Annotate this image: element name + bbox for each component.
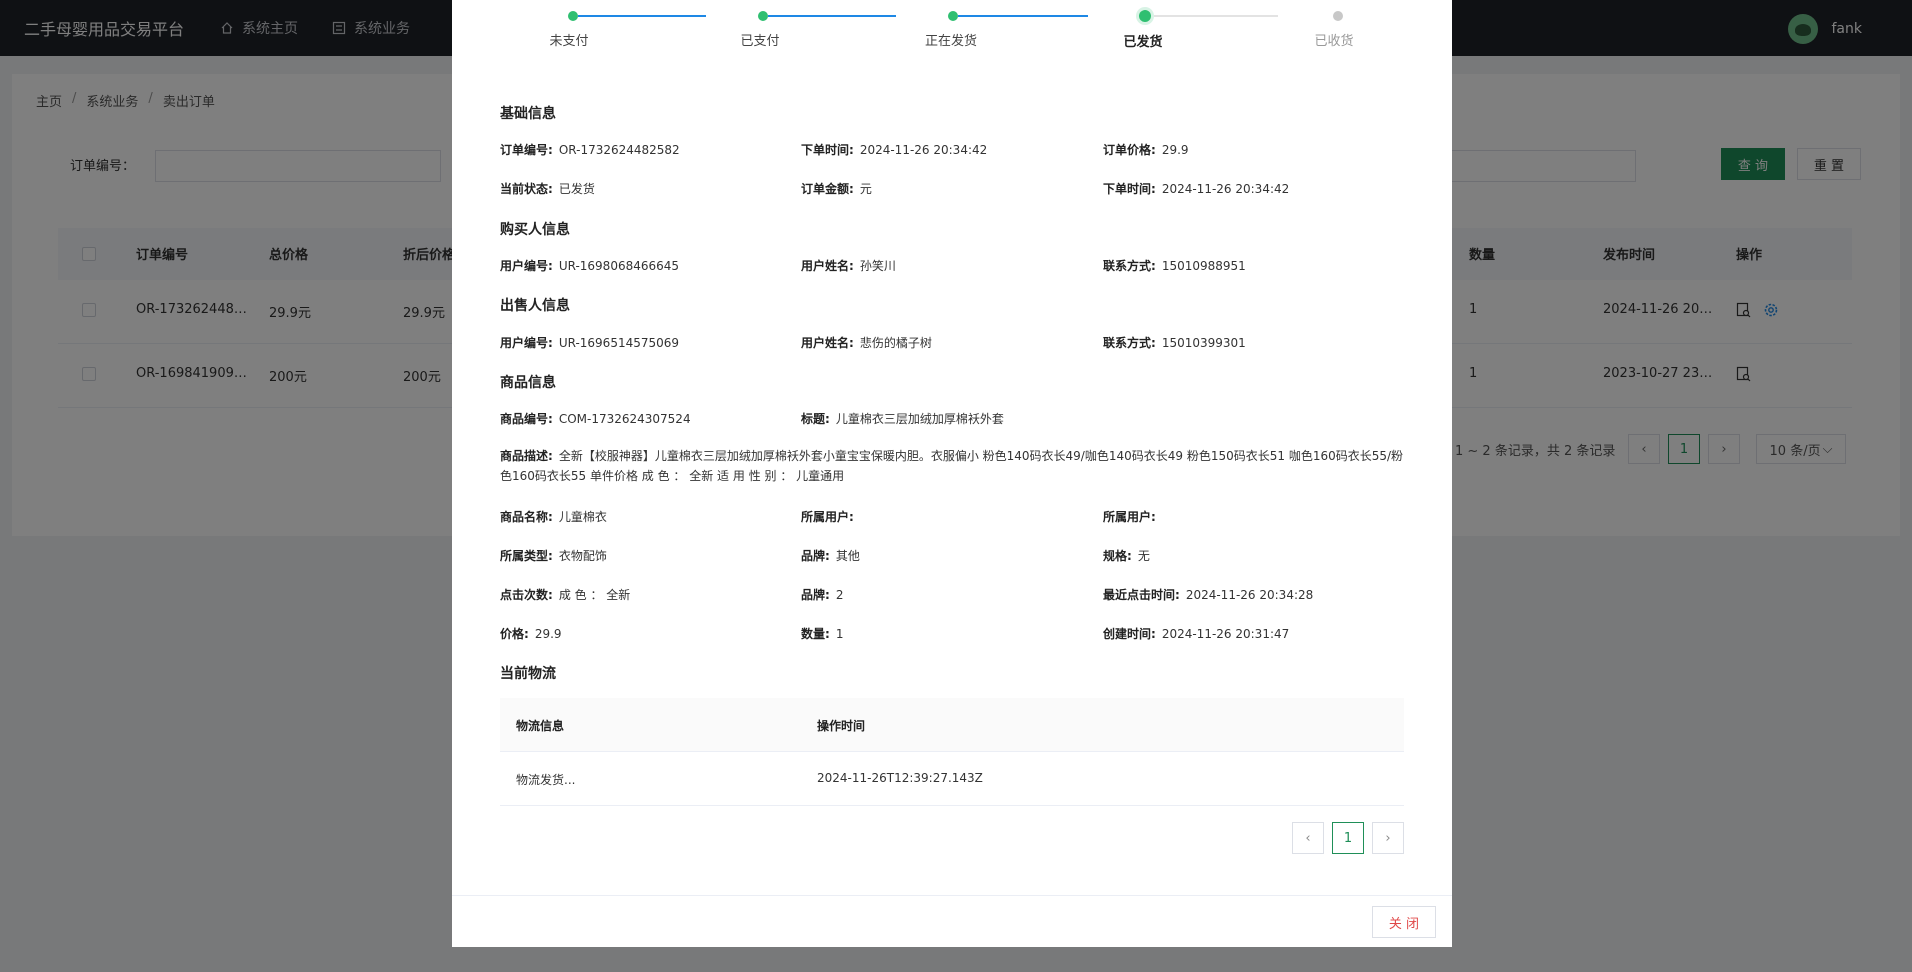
logistics-next-page-button[interactable]: ›: [1372, 822, 1404, 854]
cell-logistics-info: 物流发货...: [516, 773, 576, 787]
field-goods-name: 商品名称: 儿童棉衣: [500, 510, 607, 524]
section-logistics-title: 当前物流: [500, 666, 556, 682]
field-buyer-phone: 联系方式: 15010988951: [1103, 259, 1246, 273]
field-status: 当前状态: 已发货: [500, 182, 595, 196]
field-goods-brand-2: 品牌: 2: [801, 588, 844, 602]
chevron-left-icon: ‹: [1305, 830, 1311, 846]
step-dot-shipping: [948, 11, 958, 21]
field-order-price: 订单价格: 29.9: [1103, 143, 1189, 157]
dialog-footer: 关 闭: [452, 895, 1452, 947]
field-goods-price: 价格: 29.9: [500, 627, 562, 641]
cell-operate-time: 2024-11-26T12:39:27.143Z: [817, 771, 983, 785]
field-goods-type: 所属类型: 衣物配饰: [500, 549, 607, 563]
step-dot-shipped: [1139, 10, 1151, 22]
field-goods-owner: 所属用户:: [801, 510, 854, 524]
section-buyer-title: 购买人信息: [500, 222, 570, 238]
step-connector: [578, 15, 706, 17]
field-buyer-name: 用户姓名: 孙笑川: [801, 259, 896, 273]
step-label-paid: 已支付: [740, 34, 780, 49]
order-detail-dialog: 未支付 已支付 正在发货 已发货 已收货 基础信息 订单编号: OR-173262…: [452, 0, 1452, 947]
field-order-amount: 订单金额: 元: [801, 182, 872, 196]
section-goods-title: 商品信息: [500, 375, 556, 391]
logistics-page-number[interactable]: 1: [1332, 822, 1364, 854]
step-connector: [768, 15, 896, 17]
step-label-shipped: 已发货: [1123, 35, 1163, 50]
step-label-received: 已收货: [1314, 34, 1354, 49]
header-logistics-info: 物流信息: [516, 719, 565, 733]
step-dot-received: [1333, 11, 1343, 21]
step-dot-unpaid: [568, 11, 578, 21]
section-seller-title: 出售人信息: [500, 298, 570, 314]
field-goods-description: 商品描述: 全新【校服神器】儿童棉衣三层加绒加厚棉袄外套小童宝宝保暖内胆。衣服偏小…: [500, 449, 1404, 483]
field-seller-phone: 联系方式: 15010399301: [1103, 336, 1246, 350]
field-order-no: 订单编号: OR-1732624482582: [500, 143, 680, 157]
field-goods-title: 标题: 儿童棉衣三层加绒加厚棉袄外套: [801, 412, 1004, 426]
logistics-prev-page-button[interactable]: ‹: [1292, 822, 1324, 854]
chevron-right-icon: ›: [1385, 830, 1391, 846]
field-goods-qty: 数量: 1: [801, 627, 844, 641]
order-progress-steps: 未支付 已支付 正在发货 已发货 已收货: [452, 0, 1452, 60]
field-order-time-2: 下单时间: 2024-11-26 20:34:42: [1103, 182, 1290, 196]
section-basic-title: 基础信息: [500, 106, 556, 122]
field-seller-name: 用户姓名: 悲伤的橘子树: [801, 336, 932, 350]
step-dot-paid: [758, 11, 768, 21]
step-label-unpaid: 未支付: [549, 34, 589, 49]
field-goods-code: 商品编号: COM-1732624307524: [500, 412, 691, 426]
field-order-time: 下单时间: 2024-11-26 20:34:42: [801, 143, 988, 157]
step-connector: [1150, 15, 1278, 17]
table-row: 物流发货... 2024-11-26T12:39:27.143Z: [500, 752, 1404, 806]
field-goods-brand: 品牌: 其他: [801, 549, 860, 563]
field-goods-clicks: 点击次数: 成 色 ： 全新: [500, 588, 631, 602]
field-goods-last-click: 最近点击时间: 2024-11-26 20:34:28: [1103, 588, 1314, 602]
field-seller-id: 用户编号: UR-1696514575069: [500, 336, 680, 350]
step-connector: [958, 15, 1088, 17]
field-goods-created: 创建时间: 2024-11-26 20:31:47: [1103, 627, 1290, 641]
field-goods-spec: 规格: 无: [1103, 549, 1150, 563]
close-button[interactable]: 关 闭: [1372, 906, 1436, 938]
step-label-shipping: 正在发货: [924, 34, 978, 49]
field-buyer-id: 用户编号: UR-1698068466645: [500, 259, 680, 273]
logistics-table-header: 物流信息 操作时间: [500, 698, 1404, 752]
field-goods-owner-2: 所属用户:: [1103, 510, 1156, 524]
header-operate-time: 操作时间: [817, 719, 866, 733]
